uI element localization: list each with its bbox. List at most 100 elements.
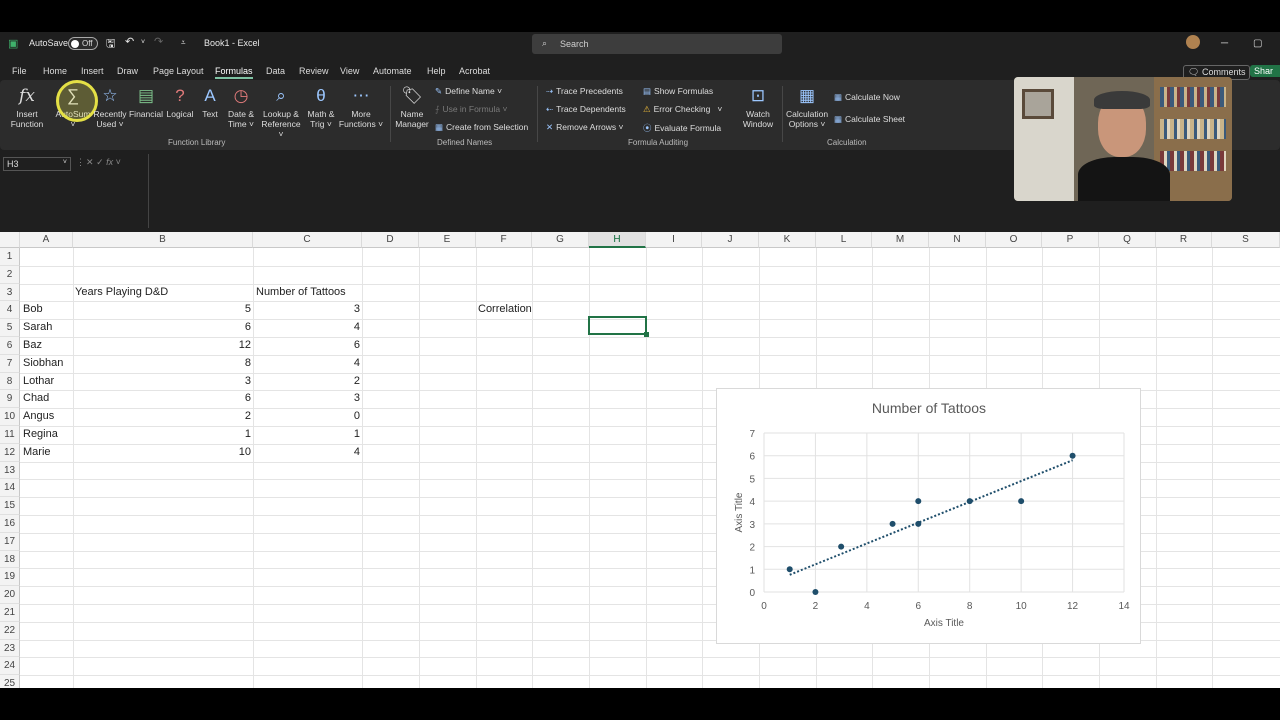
table-row-years[interactable]: 6 (200, 390, 253, 407)
trace-dependents-button[interactable]: ⇠ Trace Dependents (546, 104, 626, 115)
row-header[interactable]: 2 (0, 265, 20, 284)
tab-help[interactable]: Help (427, 66, 446, 76)
tab-acrobat[interactable]: Acrobat (459, 66, 490, 76)
column-header[interactable]: I (646, 232, 702, 248)
cell-f3[interactable]: Correlation (476, 301, 534, 318)
table-row-tattoos[interactable]: 4 (309, 319, 362, 336)
tab-data[interactable]: Data (266, 66, 285, 76)
column-header[interactable]: H (589, 232, 646, 248)
math-trig-button[interactable]: θ Math & Trig ˅ (304, 86, 338, 129)
column-header[interactable]: B (73, 232, 253, 248)
tab-review[interactable]: Review (299, 66, 329, 76)
table-row-name[interactable]: Siobhan (21, 355, 65, 372)
column-header[interactable]: D (362, 232, 419, 248)
column-header[interactable]: C (253, 232, 362, 248)
row-header[interactable]: 16 (0, 515, 20, 533)
tab-draw[interactable]: Draw (117, 66, 138, 76)
tab-insert[interactable]: Insert (81, 66, 104, 76)
watch-window-button[interactable]: ⊡ Watch Window (740, 86, 776, 129)
row-header[interactable]: 7 (0, 354, 20, 373)
customize-qat-icon[interactable]: ⩡ (181, 38, 186, 48)
table-row-years[interactable]: 6 (200, 319, 253, 336)
logical-button[interactable]: ? Logical (164, 86, 196, 119)
scatter-chart[interactable]: Number of Tattoos 0 1 2 3 4 5 6 7 0 2 4 6 8 10 12 14 Axis… (716, 388, 1141, 644)
column-header[interactable]: P (1042, 232, 1099, 248)
table-row-name[interactable]: Regina (21, 426, 60, 443)
table-row-name[interactable]: Marie (21, 444, 53, 461)
error-checking-button[interactable]: ⚠ Error Checking ˅ (643, 104, 722, 115)
calculation-options-button[interactable]: ▦ Calculation Options ˅ (786, 86, 828, 129)
tab-page-layout[interactable]: Page Layout (153, 66, 204, 76)
table-row-years[interactable]: 2 (200, 408, 253, 425)
insert-function-button[interactable]: fx Insert Function (8, 86, 46, 129)
more-functions-button[interactable]: ⋯ More Functions ˅ (338, 86, 384, 129)
row-header[interactable]: 24 (0, 657, 20, 676)
row-header[interactable]: 9 (0, 390, 20, 409)
table-row-name[interactable]: Sarah (21, 319, 54, 336)
row-header[interactable]: 22 (0, 621, 20, 640)
column-header[interactable]: G (532, 232, 589, 248)
column-header[interactable]: L (816, 232, 872, 248)
table-row-tattoos[interactable]: 1 (309, 426, 362, 443)
redo-icon[interactable]: ↷ (154, 35, 163, 48)
evaluate-formula-button[interactable]: ⦿ Evaluate Formula (643, 122, 721, 134)
cell-b2[interactable]: Years Playing D&D (73, 284, 170, 301)
maximize-icon[interactable]: ▢ (1253, 38, 1262, 49)
tab-automate[interactable]: Automate (373, 66, 412, 76)
minimize-icon[interactable]: ─ (1221, 38, 1228, 49)
row-header[interactable]: 12 (0, 443, 20, 462)
row-header[interactable]: 5 (0, 319, 20, 337)
column-header[interactable]: S (1212, 232, 1280, 248)
tab-view[interactable]: View (340, 66, 359, 76)
use-in-formula-button[interactable]: ⨍ Use in Formula ˅ (435, 104, 507, 115)
table-row-name[interactable]: Angus (21, 408, 56, 425)
table-row-tattoos[interactable]: 0 (309, 408, 362, 425)
row-header[interactable]: 8 (0, 372, 20, 391)
row-header[interactable]: 4 (0, 301, 20, 320)
row-header[interactable]: 13 (0, 461, 20, 480)
cancel-icon[interactable]: ✕ (86, 157, 94, 167)
tab-home[interactable]: Home (43, 66, 67, 76)
autosave-toggle[interactable]: Off (68, 37, 98, 50)
calculate-sheet-button[interactable]: ▦ Calculate Sheet (834, 114, 905, 125)
insert-function-icon[interactable]: fx (106, 157, 113, 167)
table-row-name[interactable]: Baz (21, 337, 44, 354)
share-button[interactable]: Shar (1250, 65, 1280, 77)
account-avatar[interactable] (1186, 35, 1200, 49)
select-all-corner[interactable] (0, 232, 20, 248)
name-box[interactable]: H3 ˅ (3, 157, 71, 171)
table-row-tattoos[interactable]: 3 (309, 390, 362, 407)
column-header[interactable]: M (872, 232, 929, 248)
trace-precedents-button[interactable]: ⇢ Trace Precedents (546, 86, 623, 97)
save-icon[interactable]: 🖫 (106, 35, 115, 54)
row-header[interactable]: 11 (0, 426, 20, 444)
table-row-years[interactable]: 8 (200, 355, 253, 372)
row-header[interactable]: 14 (0, 479, 20, 498)
column-header[interactable]: E (419, 232, 476, 248)
search-box[interactable]: ⌕ Search (532, 34, 782, 54)
row-header[interactable]: 10 (0, 408, 20, 426)
calculate-now-button[interactable]: ▦ Calculate Now (834, 92, 900, 103)
show-formulas-button[interactable]: ▤ Show Formulas (643, 86, 713, 97)
create-from-selection-button[interactable]: ▦ Create from Selection (435, 122, 528, 133)
table-row-tattoos[interactable]: 2 (309, 373, 362, 390)
column-header[interactable]: A (20, 232, 73, 248)
remove-arrows-button[interactable]: ✕ Remove Arrows ˅ (546, 122, 623, 133)
lookup-reference-button[interactable]: ⌕ Lookup & Reference ˅ (258, 86, 304, 139)
fill-handle[interactable] (644, 332, 649, 337)
table-row-years[interactable]: 3 (200, 373, 253, 390)
row-header[interactable]: 20 (0, 586, 20, 604)
row-header[interactable]: 19 (0, 568, 20, 587)
tab-formulas[interactable]: Formulas (215, 66, 253, 79)
row-header[interactable]: 18 (0, 550, 20, 569)
column-header[interactable]: Q (1099, 232, 1156, 248)
row-header[interactable]: 15 (0, 497, 20, 515)
row-header[interactable]: 25 (0, 675, 20, 688)
text-button[interactable]: A Text (198, 86, 222, 119)
table-row-years[interactable]: 10 (200, 444, 253, 461)
enter-icon[interactable]: ✓ (96, 157, 104, 167)
recently-used-button[interactable]: ☆ Recently Used ˅ (92, 86, 128, 129)
table-row-years[interactable]: 5 (200, 301, 253, 318)
define-name-button[interactable]: ✎ Define Name ˅ (435, 86, 502, 97)
table-row-name[interactable]: Chad (21, 390, 51, 407)
